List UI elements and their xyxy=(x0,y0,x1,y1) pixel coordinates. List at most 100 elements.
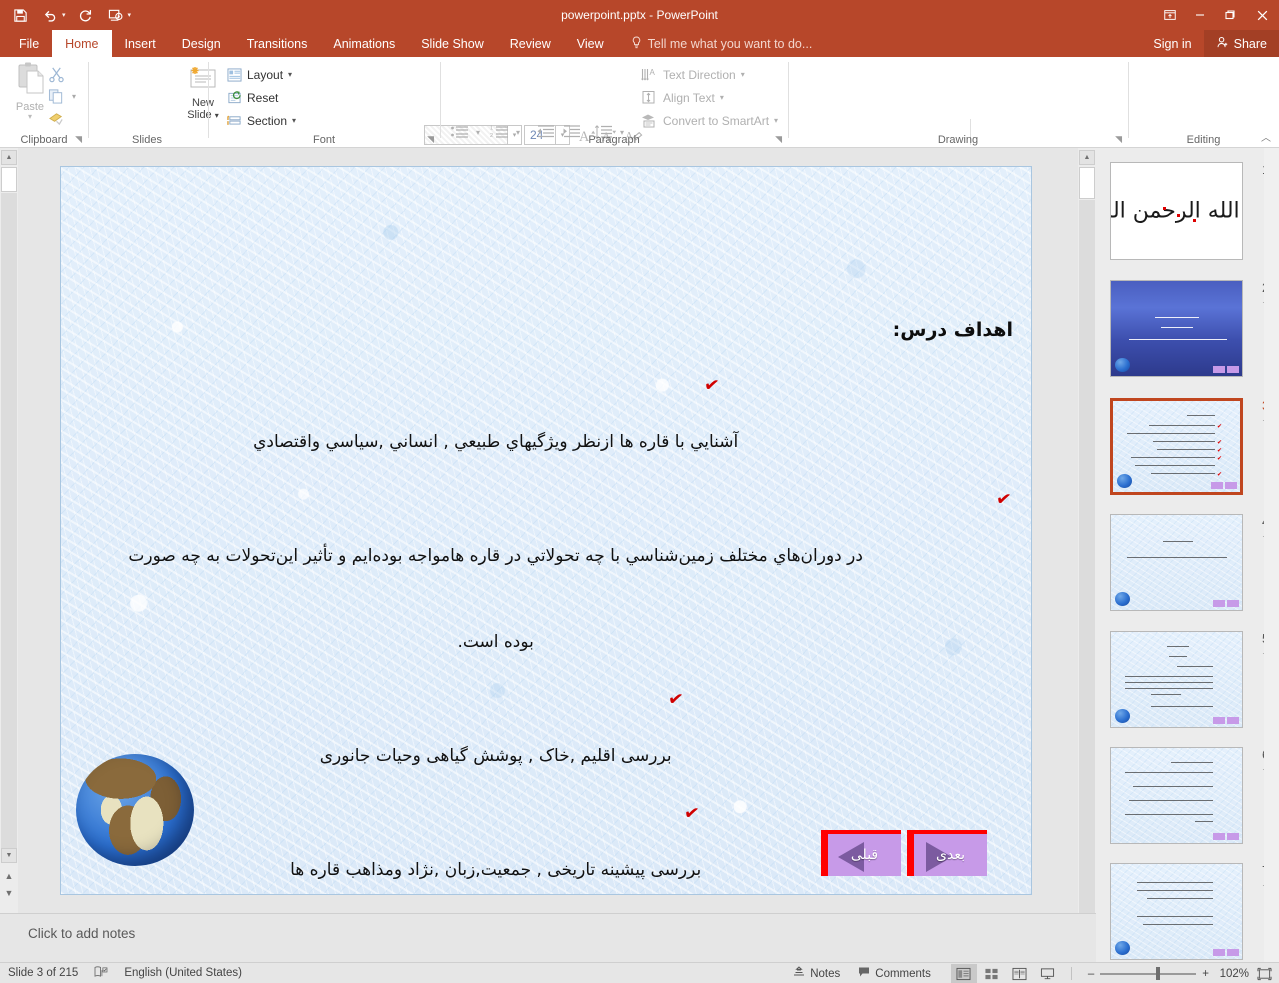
previous-slide-button[interactable]: قبلی xyxy=(821,830,901,876)
sign-in-button[interactable]: Sign in xyxy=(1141,30,1203,57)
close-button[interactable] xyxy=(1245,0,1279,30)
zoom-slider[interactable] xyxy=(1100,967,1197,981)
zoom-out-button[interactable]: – xyxy=(1088,968,1094,980)
thumbnail-image[interactable] xyxy=(1110,280,1243,377)
slide-thumbnail-pane[interactable]: بسم الله الرحمن الرحیم 1 2 ★ xyxy=(1096,148,1279,962)
tab-animations[interactable]: Animations xyxy=(320,30,408,57)
copy-button[interactable]: ▾ xyxy=(48,85,88,107)
collapse-ribbon-button[interactable]: ︿ xyxy=(1261,129,1271,144)
thumbnail-nav-buttons xyxy=(1213,600,1239,607)
thumbnail-image[interactable] xyxy=(1110,863,1243,960)
undo-icon[interactable] xyxy=(36,2,64,28)
thumbnail-globe-icon xyxy=(1117,474,1132,488)
notes-icon xyxy=(793,966,805,981)
tab-file[interactable]: File xyxy=(6,30,52,57)
notes-pane[interactable]: Click to add notes xyxy=(0,913,1096,962)
outline-scroll-thumb[interactable] xyxy=(1,167,17,192)
thumbnail-slide-5[interactable]: 5 ★ xyxy=(1110,631,1272,728)
undo-dropdown-icon[interactable]: ▾ xyxy=(62,11,70,19)
thumbnail-slide-4[interactable]: 4 ★ xyxy=(1110,514,1272,611)
view-slide-show-button[interactable] xyxy=(1035,964,1061,983)
slide-body-placeholder[interactable]: ✔ آشنايي با قاره ها ازنظر ويژگيهاي طبيعي… xyxy=(74,372,1019,894)
outline-scroll-track[interactable] xyxy=(1,193,17,853)
canvas-scroll-up-icon[interactable]: ▲ xyxy=(1079,150,1095,165)
tab-review[interactable]: Review xyxy=(497,30,564,57)
minimize-button[interactable] xyxy=(1185,0,1215,30)
comments-toggle-button[interactable]: Comments xyxy=(854,966,935,981)
convert-to-smartart-button[interactable]: Convert to SmartArt ▾ xyxy=(640,109,778,132)
fit-to-window-icon[interactable] xyxy=(1255,966,1273,982)
paragraph-dialog-launcher[interactable]: ◥ xyxy=(775,134,782,145)
canvas-scroll-thumb[interactable] xyxy=(1079,167,1095,199)
notes-placeholder[interactable]: Click to add notes xyxy=(28,926,135,941)
chevron-down-icon[interactable]: ▾ xyxy=(128,11,136,19)
zoom-in-button[interactable]: + xyxy=(1202,968,1209,980)
text-direction-button[interactable]: A Text Direction ▾ xyxy=(640,63,778,86)
outline-scroll-down-icon[interactable]: ▼ xyxy=(1,848,17,863)
view-reading-button[interactable] xyxy=(1007,964,1033,983)
tab-slide-show[interactable]: Slide Show xyxy=(408,30,497,57)
thumbnail-pane-scrollbar[interactable] xyxy=(1264,148,1279,962)
drawing-dialog-launcher[interactable]: ◥ xyxy=(1115,134,1122,145)
next-slide-button[interactable]: بعدی xyxy=(907,830,987,876)
align-text-button[interactable]: Align Text ▾ xyxy=(640,86,778,109)
save-icon[interactable] xyxy=(6,2,34,28)
paste-button[interactable]: Paste ▾ xyxy=(8,61,52,121)
slideshow-icon[interactable] xyxy=(102,2,130,28)
tab-design[interactable]: Design xyxy=(169,30,234,57)
thumbnail-globe-icon xyxy=(1115,358,1130,372)
tab-view[interactable]: View xyxy=(564,30,617,57)
thumbnail-image[interactable] xyxy=(1110,747,1243,844)
align-text-icon xyxy=(640,90,658,106)
restore-button[interactable] xyxy=(1215,0,1245,30)
tab-insert[interactable]: Insert xyxy=(112,30,169,57)
slide-canvas[interactable]: اهداف درس: ✔ آشنايي با قاره ها ازنظر ويژ… xyxy=(60,166,1032,895)
thumbnail-slide-1[interactable]: بسم الله الرحمن الرحیم 1 xyxy=(1110,162,1269,260)
next-slide-icon[interactable]: ▼ xyxy=(1,885,17,900)
thumbnail-image[interactable] xyxy=(1110,514,1243,611)
view-slide-sorter-button[interactable] xyxy=(979,964,1005,983)
check-mark-icon: ✔ xyxy=(994,488,1013,511)
text-direction-dropdown-icon[interactable]: ▾ xyxy=(741,70,745,79)
outline-scroll-up-icon[interactable]: ▲ xyxy=(1,150,17,165)
zoom-percentage[interactable]: 102% xyxy=(1215,968,1249,980)
redo-icon[interactable] xyxy=(72,2,100,28)
align-text-dropdown-icon[interactable]: ▾ xyxy=(720,93,724,102)
font-dialog-launcher[interactable]: ◥ xyxy=(427,134,434,145)
paragraph-right-commands: A Text Direction ▾ Align Text ▾ Convert … xyxy=(640,63,778,132)
tell-me-search[interactable]: Tell me what you want to do... xyxy=(631,30,813,57)
ribbon-tabs: File Home Insert Design Transitions Anim… xyxy=(0,30,1279,57)
share-button[interactable]: Share xyxy=(1203,30,1279,57)
previous-slide-icon[interactable]: ▲ xyxy=(1,868,17,883)
clipboard-dialog-launcher[interactable]: ◥ xyxy=(75,134,82,145)
language-indicator[interactable]: English (United States) xyxy=(124,967,242,979)
thumbnail-image[interactable]: ✔ ✔ ✔ ✔ ✔ xyxy=(1110,398,1243,495)
cut-button[interactable] xyxy=(48,63,88,85)
tab-transitions[interactable]: Transitions xyxy=(234,30,321,57)
canvas-scroll-track[interactable] xyxy=(1079,200,1095,922)
tell-me-placeholder: Tell me what you want to do... xyxy=(647,36,813,51)
copy-dropdown-icon[interactable]: ▾ xyxy=(72,92,76,101)
spell-check-icon[interactable] xyxy=(94,965,108,981)
notes-toggle-button[interactable]: Notes xyxy=(789,966,844,981)
view-normal-button[interactable] xyxy=(950,964,977,983)
globe-image[interactable] xyxy=(76,754,194,866)
thumbnail-image[interactable]: بسم الله الرحمن الرحیم xyxy=(1110,162,1243,260)
slide-scrollbar[interactable]: ▲ ▼ xyxy=(1078,148,1096,958)
thumbnail-nav-buttons xyxy=(1213,366,1239,373)
thumbnail-slide-2[interactable]: 2 ★ xyxy=(1110,280,1272,377)
outline-scrollbar[interactable]: ▲ ▼ ▲ ▼ xyxy=(0,148,18,913)
tab-home[interactable]: Home xyxy=(52,30,112,57)
paste-dropdown-icon[interactable]: ▾ xyxy=(8,112,52,121)
slide-title[interactable]: اهداف درس: xyxy=(893,319,1013,341)
thumbnail-slide-7[interactable]: 7 ★ xyxy=(1110,863,1272,960)
format-painter-button[interactable] xyxy=(48,107,88,129)
zoom-slider-handle[interactable] xyxy=(1156,967,1161,980)
thumbnail-image[interactable] xyxy=(1110,631,1243,728)
main-area: ▲ ▼ ▲ ▼ اهداف درس: ✔ آشنايي با قاره ها ا… xyxy=(0,148,1279,962)
slide-indicator[interactable]: Slide 3 of 215 xyxy=(8,967,78,979)
thumbnail-slide-3[interactable]: ✔ ✔ ✔ ✔ ✔ 3 ★ xyxy=(1110,398,1272,495)
ribbon-display-options-icon[interactable] xyxy=(1155,0,1185,30)
smartart-dropdown-icon[interactable]: ▾ xyxy=(774,116,778,125)
thumbnail-slide-6[interactable]: 6 ★ xyxy=(1110,747,1272,844)
